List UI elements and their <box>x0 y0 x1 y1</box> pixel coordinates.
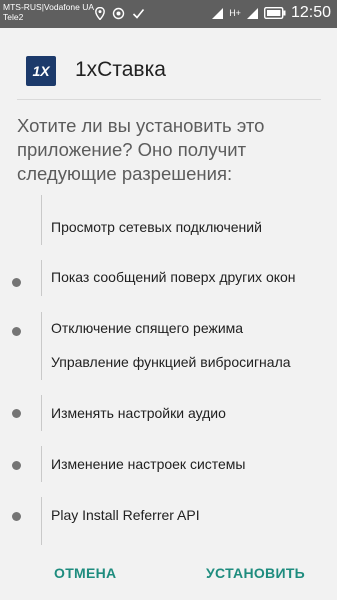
clock: 12:50 <box>290 4 331 21</box>
permissions-list[interactable]: Просмотр сетевых подключений Показ сообщ… <box>0 195 337 550</box>
carrier-info: MTS-RUS|Vodafone UA Tele2 <box>3 2 94 22</box>
bullet-icon <box>12 461 21 470</box>
check-icon <box>132 8 145 19</box>
permission-group-power: Отключение спящего режима Управление фун… <box>0 312 337 382</box>
permission-item: Управление функцией вибросигнала <box>51 354 291 370</box>
bullet-icon <box>12 512 21 521</box>
group-divider-line <box>41 312 42 380</box>
group-divider-line <box>41 446 42 482</box>
group-divider-line <box>41 395 42 431</box>
system-status: H+ 12:50 <box>211 4 331 22</box>
dialog-actions: ОТМЕНА УСТАНОВИТЬ <box>0 550 337 600</box>
sim2-signal-icon <box>246 7 258 19</box>
permission-group-overlay: Показ сообщений поверх других окон <box>0 257 337 297</box>
permission-item: Отключение спящего режима <box>51 320 244 336</box>
permission-group-audio: Изменять настройки аудио <box>0 393 337 433</box>
bullet-icon <box>12 278 21 287</box>
sync-icon <box>112 7 125 20</box>
dialog-header: 1X 1xСтавка <box>0 28 337 100</box>
group-divider-line <box>41 260 42 296</box>
cancel-button[interactable]: ОТМЕНА <box>54 565 116 581</box>
permission-item: Показ сообщений поверх других окон <box>51 269 296 285</box>
permission-group-network: Просмотр сетевых подключений <box>0 195 337 247</box>
install-prompt: Хотите ли вы установить это приложение? … <box>17 115 265 184</box>
carrier-primary: MTS-RUS|Vodafone UA <box>3 2 95 12</box>
install-button[interactable]: УСТАНОВИТЬ <box>206 565 305 581</box>
sim1-signal-icon <box>212 7 224 19</box>
bullet-icon <box>12 409 21 418</box>
app-title: 1xСтавка <box>75 58 166 81</box>
carrier-secondary: Tele2 <box>3 12 24 22</box>
group-divider-line <box>41 195 42 245</box>
permission-item: Изменение настроек системы <box>51 456 246 472</box>
location-pin-icon <box>95 7 105 20</box>
permission-group-system: Изменение настроек системы <box>0 444 337 484</box>
bullet-icon <box>12 327 21 336</box>
app-logo-icon: 1X <box>26 56 56 86</box>
notification-icons <box>95 7 145 20</box>
permission-item: Play Install Referrer API <box>51 507 200 523</box>
group-divider-line <box>41 497 42 545</box>
permission-item: Изменять настройки аудио <box>51 405 226 421</box>
network-type-label: H+ <box>229 8 241 18</box>
header-divider <box>17 99 321 100</box>
permission-group-referrer: Play Install Referrer API <box>0 495 337 547</box>
status-bar: MTS-RUS|Vodafone UA Tele2 H+ 12:50 <box>0 0 337 28</box>
battery-icon <box>263 7 286 19</box>
permission-item: Просмотр сетевых подключений <box>51 219 262 235</box>
